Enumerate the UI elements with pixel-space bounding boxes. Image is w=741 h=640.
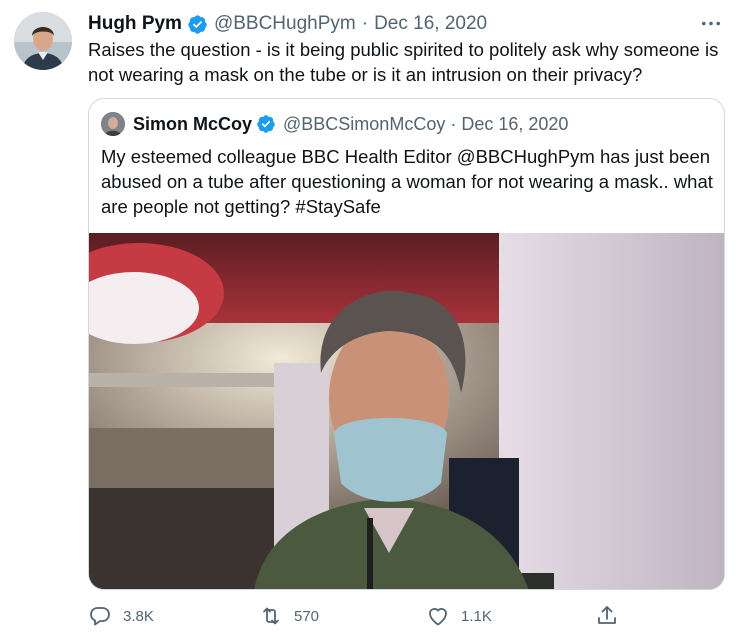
author-name[interactable]: Hugh Pym	[88, 13, 182, 35]
retweet-button[interactable]: 570	[259, 600, 319, 632]
retweet-icon	[263, 607, 279, 625]
reply-icon	[90, 607, 110, 626]
tweet-date[interactable]: Dec 16, 2020	[374, 13, 487, 35]
newsroom-selfie-photo	[89, 233, 724, 589]
quoted-author-avatar[interactable]	[101, 112, 125, 136]
author-avatar[interactable]	[14, 12, 72, 70]
quoted-tweet-date[interactable]: Dec 16, 2020	[461, 114, 568, 135]
reply-button[interactable]: 3.8K	[88, 600, 154, 632]
heart-icon	[429, 608, 447, 626]
retweet-count: 570	[294, 607, 320, 625]
tweet-actions: 3.8K 570 1.1K	[0, 600, 741, 632]
quoted-tweet-header: Simon McCoy @BBCSimonMcCoy · Dec 16, 202…	[101, 111, 568, 137]
more-options-icon[interactable]	[694, 12, 728, 34]
author-handle[interactable]: @BBCHughPym	[214, 13, 356, 35]
tweet[interactable]: Hugh Pym @BBCHughPym · Dec 16, 2020 Rais…	[0, 0, 741, 640]
quoted-author-avatar-photo	[101, 112, 125, 136]
quoted-tweet[interactable]: Simon McCoy @BBCSimonMcCoy · Dec 16, 202…	[88, 98, 725, 590]
like-count: 1.1K	[461, 607, 492, 625]
tweet-header: Hugh Pym @BBCHughPym · Dec 16, 2020	[88, 11, 487, 37]
share-icon	[598, 606, 616, 624]
author-avatar-photo	[14, 12, 72, 70]
quoted-verified-badge-icon	[256, 114, 276, 134]
header-separator: ·	[361, 13, 369, 34]
quoted-tweet-text: My esteemed colleague BBC Health Editor …	[101, 146, 713, 217]
quoted-header-separator: ·	[450, 113, 457, 134]
reply-count: 3.8K	[123, 607, 154, 625]
like-button[interactable]: 1.1K	[426, 600, 492, 632]
quoted-author-name[interactable]: Simon McCoy	[133, 114, 252, 135]
tweet-text: Raises the question - is it being public…	[88, 39, 719, 85]
quoted-tweet-photo[interactable]	[89, 233, 724, 589]
share-button[interactable]	[595, 600, 619, 632]
verified-badge-icon	[187, 14, 208, 35]
quoted-author-handle[interactable]: @BBCSimonMcCoy	[283, 114, 445, 135]
